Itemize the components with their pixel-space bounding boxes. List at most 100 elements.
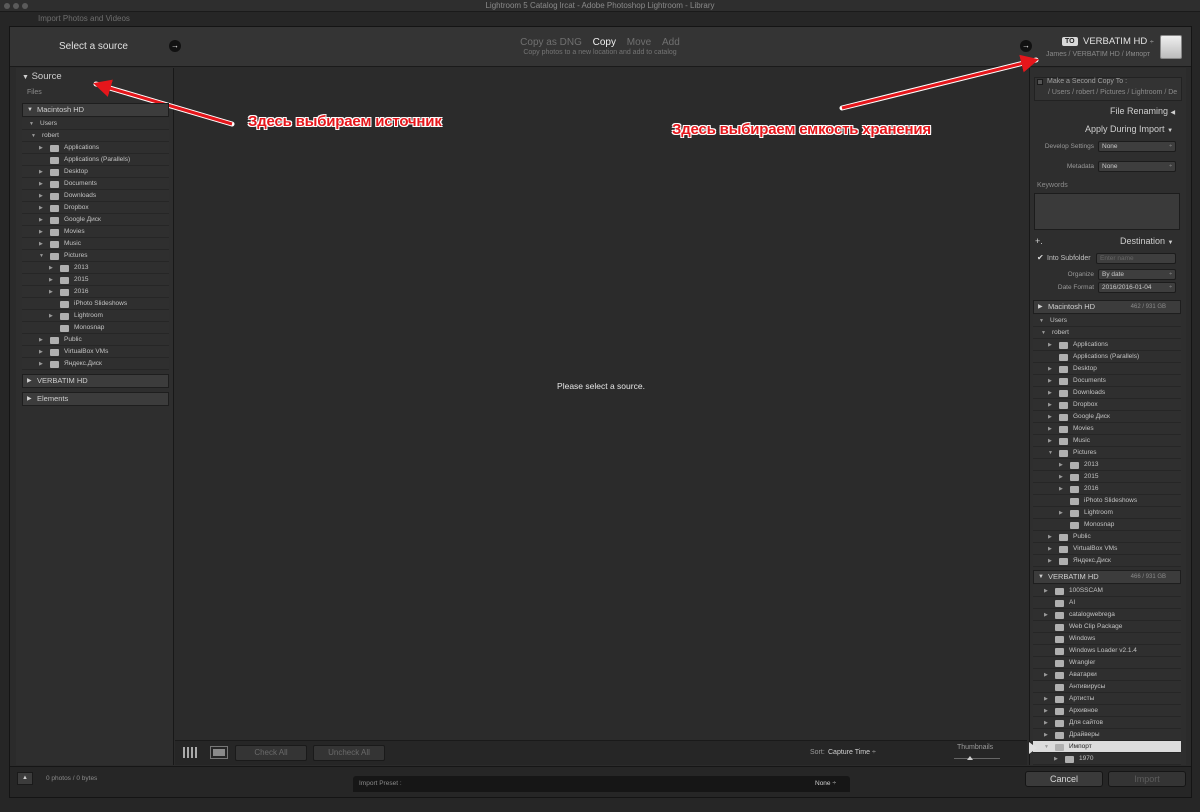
disclosure-open-icon[interactable]: ▼ (1039, 315, 1044, 327)
disclosure-closed-icon[interactable]: ▶ (1048, 363, 1052, 375)
folder-row[interactable]: Wrangler (1033, 657, 1181, 669)
disclosure-open-icon[interactable]: ▼ (39, 250, 44, 262)
disclosure-closed-icon[interactable]: ▶ (1048, 411, 1052, 423)
slider-knob[interactable] (967, 756, 973, 760)
second-copy-checkbox[interactable] (1037, 79, 1043, 85)
thumbnail-size-slider[interactable] (954, 756, 1000, 760)
disclosure-closed-icon[interactable]: ▶ (1059, 471, 1063, 483)
folder-row[interactable]: ▼ Pictures (1033, 447, 1181, 459)
source-volume-elements[interactable]: ▶ Elements (22, 392, 169, 406)
folder-row[interactable]: ▶ 2016 (22, 286, 169, 298)
source-arrow-icon[interactable]: → (169, 40, 181, 52)
folder-row[interactable]: ▶ catalogwebrega (1033, 609, 1181, 621)
folder-row[interactable]: ▶ Аватарки (1033, 669, 1181, 681)
folder-row[interactable]: ▶ Lightroom (1033, 507, 1181, 519)
disclosure-closed-icon[interactable]: ▶ (1044, 729, 1048, 741)
disclosure-closed-icon[interactable]: ▶ (1054, 753, 1058, 765)
tab-add[interactable]: Add (662, 37, 680, 48)
folder-row[interactable]: Monosnap (22, 322, 169, 334)
disclosure-closed-icon[interactable]: ▶ (39, 214, 43, 226)
disclosure-closed-icon[interactable]: ▶ (1048, 423, 1052, 435)
into-subfolder-checkbox[interactable]: ✔ (1037, 253, 1044, 262)
folder-row[interactable]: ▶ Google Диск (1033, 411, 1181, 423)
disclosure-open-icon[interactable]: ▼ (1044, 741, 1049, 753)
disclosure-closed-icon[interactable]: ▶ (1059, 459, 1063, 471)
folder-row[interactable]: ▶ Music (1033, 435, 1181, 447)
disclosure-closed-icon[interactable]: ▶ (39, 190, 43, 202)
disclosure-closed-icon[interactable]: ▶ (39, 202, 43, 214)
folder-row[interactable]: ▶ Lightroom (22, 310, 169, 322)
source-panel-header[interactable]: ▼ Source (22, 71, 62, 82)
disclosure-closed-icon[interactable]: ▶ (1044, 609, 1048, 621)
disclosure-closed-icon[interactable]: ▶ (1048, 339, 1052, 351)
disclosure-closed-icon[interactable]: ▶ (1048, 543, 1052, 555)
folder-row[interactable]: ▶ Movies (1033, 423, 1181, 435)
source-volume-verbatim-hd[interactable]: ▶ VERBATIM HD (22, 374, 169, 388)
folder-row[interactable]: ▶ 2015 (1033, 471, 1181, 483)
disclosure-closed-icon[interactable]: ▶ (1048, 387, 1052, 399)
folder-row[interactable]: ▶ 1970 (1033, 753, 1181, 765)
disclosure-closed-icon[interactable]: ▶ (1048, 555, 1052, 567)
disclosure-closed-icon[interactable]: ▶ (1044, 705, 1048, 717)
folder-row[interactable]: ▶ 2015 (22, 274, 169, 286)
select-source-label[interactable]: Select a source (59, 41, 128, 52)
folder-row[interactable]: ▶ VirtualBox VMs (1033, 543, 1181, 555)
import-preset-dropdown[interactable]: None ÷ (815, 780, 836, 787)
folder-row[interactable]: iPhoto Slideshows (1033, 495, 1181, 507)
disclosure-closed-icon[interactable]: ▶ (1048, 531, 1052, 543)
dest-volume-verbatim-hd[interactable]: ▼ VERBATIM HD 466 / 931 GB (1033, 570, 1181, 584)
folder-row[interactable]: ▶ Dropbox (22, 202, 169, 214)
disclosure-closed-icon[interactable]: ▶ (39, 178, 43, 190)
folder-row[interactable]: ▶ Desktop (22, 166, 169, 178)
folder-row[interactable]: ▶ 2013 (22, 262, 169, 274)
loupe-view-icon[interactable] (210, 746, 228, 759)
disclosure-closed-icon[interactable]: ▶ (39, 346, 43, 358)
folder-row[interactable]: ▶ Dropbox (1033, 399, 1181, 411)
folder-row[interactable]: ▶ Applications (22, 142, 169, 154)
folder-row[interactable]: ▶ Movies (22, 226, 169, 238)
disclosure-closed-icon[interactable]: ▶ (1059, 483, 1063, 495)
disclosure-closed-icon[interactable]: ▶ (27, 393, 32, 405)
folder-row[interactable]: ▼ Pictures (22, 250, 169, 262)
folder-row[interactable]: Windows Loader v2.1.4 (1033, 645, 1181, 657)
import-button[interactable]: Import (1108, 771, 1186, 787)
tab-move[interactable]: Move (627, 37, 651, 48)
folder-row[interactable]: ▶ Documents (22, 178, 169, 190)
folder-row[interactable]: AI (1033, 597, 1181, 609)
disclosure-closed-icon[interactable]: ▶ (39, 238, 43, 250)
apply-during-import-header[interactable]: Apply During Import ▼ (1085, 124, 1173, 134)
disclosure-closed-icon[interactable]: ▶ (1059, 507, 1063, 519)
develop-settings-dropdown[interactable]: None ÷ (1098, 141, 1176, 152)
folder-row[interactable]: ▶ Public (1033, 531, 1181, 543)
folder-row[interactable]: ▶ Public (22, 334, 169, 346)
folder-row[interactable]: ▶ Для сайтов (1033, 717, 1181, 729)
folder-row[interactable]: Антивирусы (1033, 681, 1181, 693)
folder-row[interactable]: ▶ Downloads (1033, 387, 1181, 399)
folder-row[interactable]: Web Clip Package (1033, 621, 1181, 633)
check-all-button[interactable]: Check All (235, 745, 307, 761)
destination-header[interactable]: Destination ▼ (1120, 236, 1174, 246)
sort-dropdown[interactable]: Capture Time ÷ (828, 749, 876, 756)
disclosure-closed-icon[interactable]: ▶ (27, 375, 32, 387)
folder-row[interactable]: ▶ 100SSCAM (1033, 585, 1181, 597)
disclosure-open-icon[interactable]: ▼ (31, 130, 36, 142)
folder-row[interactable]: ▶ 2013 (1033, 459, 1181, 471)
collapse-dialog-button[interactable]: ▲ (17, 772, 33, 785)
folder-row[interactable]: ▶ Архивное (1033, 705, 1181, 717)
folder-row[interactable]: ▶ VirtualBox VMs (22, 346, 169, 358)
disclosure-closed-icon[interactable]: ▶ (1044, 669, 1048, 681)
disclosure-closed-icon[interactable]: ▶ (1044, 585, 1048, 597)
folder-row[interactable]: Applications (Parallels) (1033, 351, 1181, 363)
disclosure-closed-icon[interactable]: ▶ (1044, 693, 1048, 705)
metadata-dropdown[interactable]: None ÷ (1098, 161, 1176, 172)
folder-row[interactable]: ▶ Яндекс.Диск (22, 358, 169, 370)
folder-row[interactable]: ▶ Desktop (1033, 363, 1181, 375)
folder-row[interactable]: Windows (1033, 633, 1181, 645)
disclosure-closed-icon[interactable]: ▶ (49, 262, 53, 274)
disclosure-closed-icon[interactable]: ▶ (1048, 375, 1052, 387)
tab-copy[interactable]: Copy (593, 37, 616, 48)
file-renaming-header[interactable]: File Renaming ◀ (1110, 106, 1175, 116)
disclosure-open-icon[interactable]: ▼ (29, 118, 34, 130)
disclosure-closed-icon[interactable]: ▶ (1048, 435, 1052, 447)
add-destination-button[interactable]: +. (1035, 236, 1043, 246)
